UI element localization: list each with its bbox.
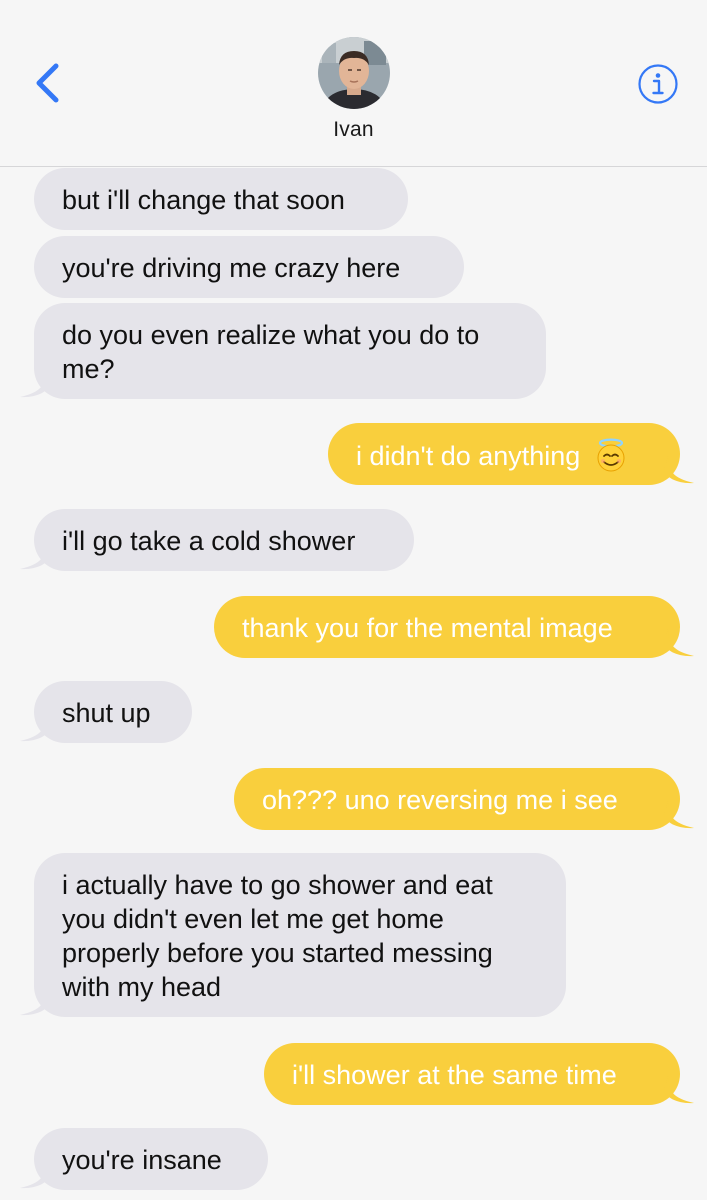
message-bubble-received[interactable]: but i'll change that soon bbox=[34, 168, 408, 230]
message-bubble-received[interactable]: shut up bbox=[34, 681, 192, 743]
message-bubble-received[interactable]: you're insane bbox=[34, 1128, 268, 1190]
message-text: you're driving me crazy here bbox=[62, 253, 401, 283]
bubble-tail bbox=[664, 629, 694, 657]
info-button[interactable] bbox=[637, 63, 679, 105]
conversation-header: Ivan bbox=[0, 0, 707, 167]
message-bubble-sent[interactable]: i'll shower at the same time bbox=[264, 1043, 680, 1105]
bubble-tail bbox=[20, 370, 50, 398]
bubble-tail bbox=[20, 542, 50, 570]
bubble-tail bbox=[664, 801, 694, 829]
bubble-tail bbox=[664, 456, 694, 484]
bubble-tail bbox=[20, 714, 50, 742]
message-text-line: me? bbox=[62, 354, 115, 384]
message-text: thank you for the mental image bbox=[242, 613, 613, 643]
back-button[interactable] bbox=[28, 58, 68, 108]
message-bubble-sent[interactable]: thank you for the mental image bbox=[214, 596, 680, 658]
message-text: i didn't do anything bbox=[356, 441, 581, 471]
contact-photo bbox=[318, 37, 390, 109]
message-text-line: properly before you started messing bbox=[62, 938, 493, 968]
message-text-line: i actually have to go shower and eat bbox=[62, 870, 493, 900]
message-text-line: you didn't even let me get home bbox=[62, 904, 444, 934]
message-bubble-received[interactable]: do you even realize what you do to me? bbox=[34, 303, 546, 399]
bubble-tail bbox=[664, 1076, 694, 1104]
info-icon bbox=[638, 64, 678, 104]
message-text: but i'll change that soon bbox=[62, 185, 345, 215]
message-text: i'll go take a cold shower bbox=[62, 526, 356, 556]
message-bubble-received[interactable]: you're driving me crazy here bbox=[34, 236, 464, 298]
message-text: you're insane bbox=[62, 1145, 222, 1175]
message-bubble-sent[interactable]: oh??? uno reversing me i see bbox=[234, 768, 680, 830]
message-bubble-received[interactable]: i'll go take a cold shower bbox=[34, 509, 414, 571]
bubble-tail bbox=[20, 988, 50, 1016]
message-thread[interactable]: but i'll change that soon you're driving… bbox=[0, 0, 707, 1200]
bubble-tail bbox=[20, 1161, 50, 1189]
smiling-face-with-halo-icon bbox=[597, 438, 625, 472]
message-text: i'll shower at the same time bbox=[292, 1060, 617, 1090]
message-text-line: do you even realize what you do to bbox=[62, 320, 480, 350]
chevron-left-icon bbox=[36, 63, 59, 103]
contact-avatar[interactable] bbox=[318, 37, 390, 109]
message-bubble-sent[interactable]: i didn't do anything bbox=[328, 423, 680, 485]
message-text: oh??? uno reversing me i see bbox=[262, 785, 618, 815]
message-text-line: with my head bbox=[62, 972, 222, 1002]
contact-name[interactable]: Ivan bbox=[0, 118, 707, 142]
message-text: shut up bbox=[62, 698, 151, 728]
message-bubble-received[interactable]: i actually have to go shower and eat you… bbox=[34, 853, 566, 1017]
